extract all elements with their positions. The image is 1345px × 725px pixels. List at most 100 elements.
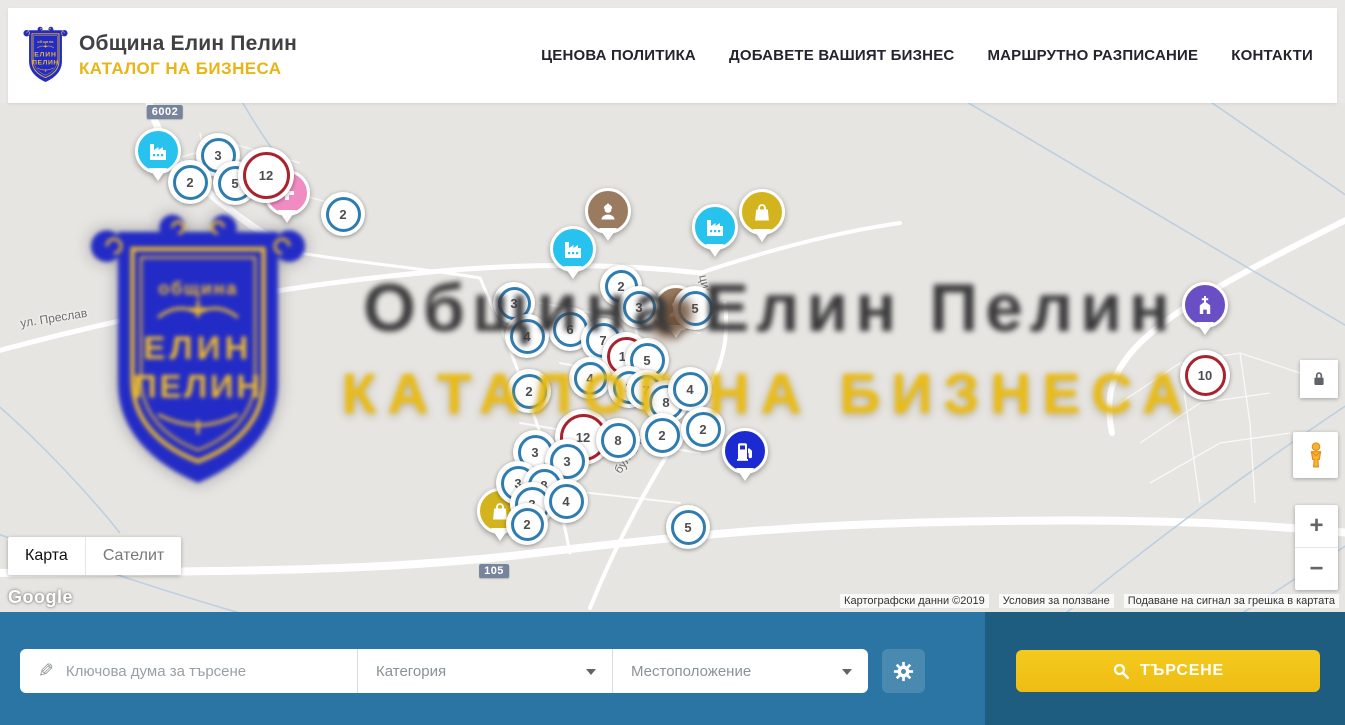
- cluster-marker[interactable]: 5: [666, 505, 710, 549]
- cluster-ring: 2: [173, 165, 208, 200]
- cluster-ring: 4: [673, 372, 708, 407]
- bag-pin-marker[interactable]: [739, 189, 785, 235]
- cluster-marker[interactable]: 4: [544, 479, 588, 523]
- location-select-label: Местоположение: [631, 663, 751, 680]
- site-header: Община Елин Пелин КАТАЛОГ НА БИЗНЕСА ЦЕН…: [8, 8, 1337, 103]
- gear-icon: [892, 660, 915, 683]
- cluster-ring: 5: [671, 510, 706, 545]
- category-select[interactable]: Категория: [357, 649, 612, 693]
- cluster-count: 2: [186, 175, 193, 190]
- cluster-ring: 5: [678, 291, 713, 326]
- worker-pin-marker[interactable]: [585, 188, 631, 234]
- search-submit-label: ТЪРСЕНЕ: [1140, 662, 1224, 680]
- cluster-ring: 2: [512, 374, 547, 409]
- cluster-ring: 3: [623, 291, 656, 324]
- cluster-ring: 10: [1185, 355, 1226, 396]
- cluster-count: 3: [563, 454, 570, 469]
- factory-icon: [146, 139, 170, 163]
- cluster-ring: 12: [243, 152, 290, 199]
- cluster-count: 4: [686, 382, 693, 397]
- cluster-marker[interactable]: 10: [1180, 350, 1230, 400]
- map-canvas[interactable]: 6002105 ул. Преславбул. „Новоселции 3251…: [0, 103, 1345, 612]
- cluster-marker[interactable]: 5: [673, 286, 717, 330]
- cluster-marker[interactable]: 3: [618, 286, 660, 328]
- cluster-marker[interactable]: 2: [640, 413, 684, 457]
- cluster-marker[interactable]: 2: [168, 160, 212, 204]
- worker-icon: [596, 199, 620, 223]
- cluster-marker[interactable]: 4: [668, 367, 712, 411]
- cluster-count: 10: [1198, 368, 1212, 383]
- factory-pin-marker[interactable]: [692, 204, 738, 250]
- pegman-streetview-control[interactable]: [1293, 432, 1338, 478]
- search-keyword-input[interactable]: [66, 663, 357, 680]
- cluster-marker[interactable]: 4: [505, 314, 549, 358]
- map-type-satellite-button[interactable]: Сателит: [85, 537, 181, 575]
- google-logo[interactable]: Google: [8, 587, 73, 608]
- search-submit-button[interactable]: ТЪРСЕНЕ: [1016, 650, 1320, 692]
- cluster-count: 8: [614, 433, 621, 448]
- zoom-in-button[interactable]: +: [1295, 505, 1338, 548]
- cluster-count: 3: [531, 445, 538, 460]
- site-subtitle: КАТАЛОГ НА БИЗНЕСА: [79, 59, 297, 79]
- cluster-count: 2: [339, 207, 346, 222]
- cluster-count: 3: [510, 296, 517, 311]
- cluster-ring: 2: [686, 412, 721, 447]
- map-type-map-button[interactable]: Карта: [8, 537, 85, 575]
- church-pin-marker[interactable]: [1182, 282, 1228, 328]
- cluster-count: 2: [699, 422, 706, 437]
- cluster-marker[interactable]: 2: [506, 503, 548, 545]
- attribution-copyright: Картографски данни ©2019: [840, 594, 989, 608]
- cluster-marker[interactable]: 8: [596, 418, 640, 462]
- search-fields: ✎ Категория Местоположение: [20, 649, 868, 693]
- cluster-count: 4: [523, 329, 530, 344]
- chevron-down-icon: [842, 669, 852, 680]
- cluster-count: 5: [691, 301, 698, 316]
- bag-icon: [750, 200, 774, 224]
- site-title: Община Елин Пелин: [79, 32, 297, 56]
- site-logo[interactable]: Община Елин Пелин КАТАЛОГ НА БИЗНЕСА: [22, 26, 297, 85]
- terms-of-use-link[interactable]: Условия за ползване: [999, 594, 1114, 608]
- search-icon: [1112, 662, 1130, 680]
- cluster-marker[interactable]: 4: [569, 357, 611, 399]
- cluster-count: 3: [635, 300, 642, 315]
- pencil-icon: ✎: [38, 660, 54, 683]
- cluster-count: 6: [566, 322, 573, 337]
- factory-pin-marker[interactable]: [550, 226, 596, 272]
- advanced-search-button[interactable]: [882, 649, 925, 693]
- cluster-marker[interactable]: 2: [681, 407, 725, 451]
- brand-text: Община Елин Пелин КАТАЛОГ НА БИЗНЕСА: [79, 32, 297, 79]
- municipality-crest-icon: [22, 26, 69, 85]
- factory-icon: [703, 215, 727, 239]
- lock-button[interactable]: [1300, 360, 1338, 398]
- nav-add-your-business[interactable]: ДОБАВЕТЕ ВАШИЯТ БИЗНЕС: [729, 47, 954, 64]
- cluster-count: 5: [684, 520, 691, 535]
- lock-icon: [1308, 368, 1330, 390]
- cluster-count: 2: [658, 428, 665, 443]
- cluster-count: 5: [643, 353, 650, 368]
- cluster-count: 12: [259, 168, 273, 183]
- fuel-pin-marker[interactable]: [722, 428, 768, 474]
- map-type-control: Карта Сателит: [8, 537, 181, 575]
- factory-icon: [561, 237, 585, 261]
- location-select[interactable]: Местоположение: [612, 649, 868, 693]
- cluster-marker[interactable]: 12: [238, 147, 294, 203]
- cluster-ring: 2: [511, 508, 544, 541]
- zoom-out-button[interactable]: −: [1295, 548, 1338, 590]
- cluster-ring: 4: [574, 362, 607, 395]
- nav-pricing-policy[interactable]: ЦЕНОВА ПОЛИТИКА: [541, 47, 696, 64]
- cluster-marker[interactable]: 2: [507, 369, 551, 413]
- cluster-count: 2: [523, 517, 530, 532]
- nav-route-schedule[interactable]: МАРШРУТНО РАЗПИСАНИЕ: [987, 47, 1198, 64]
- report-map-error-link[interactable]: Подаване на сигнал за грешка в картата: [1124, 594, 1339, 608]
- road-badge: 6002: [147, 105, 183, 119]
- nav-contacts[interactable]: КОНТАКТИ: [1231, 47, 1313, 64]
- cluster-ring: 2: [645, 418, 680, 453]
- cluster-count: 4: [586, 371, 593, 386]
- cluster-marker[interactable]: 2: [321, 192, 365, 236]
- search-bar: ✎ Категория Местоположение ТЪРСЕНЕ: [0, 612, 1345, 725]
- cluster-count: 2: [525, 384, 532, 399]
- cluster-ring: 4: [549, 484, 584, 519]
- keyword-field-wrap: ✎: [20, 649, 357, 693]
- cluster-count: 3: [214, 148, 221, 163]
- cluster-ring: 8: [601, 423, 636, 458]
